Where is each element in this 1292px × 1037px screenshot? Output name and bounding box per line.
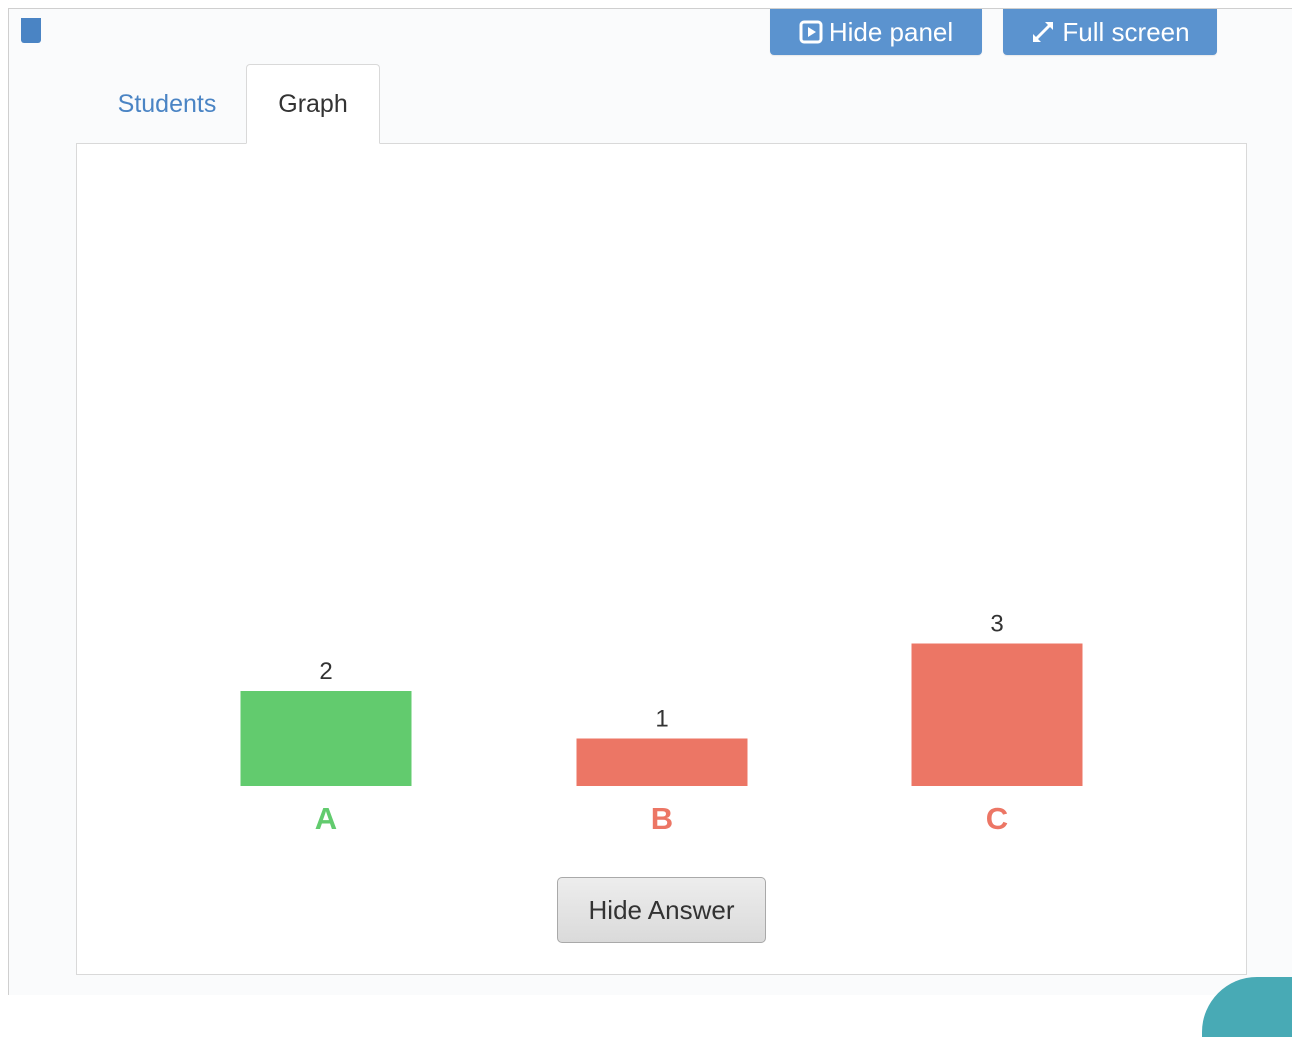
bar-category-label: C [986, 801, 1008, 836]
bar-value-label: 1 [655, 706, 668, 733]
bar-value-label: 3 [990, 611, 1003, 638]
bar-c [911, 643, 1083, 786]
play-square-icon [799, 20, 823, 44]
bar-category-label: B [651, 801, 673, 836]
tab-graph[interactable]: Graph [246, 64, 380, 144]
full-screen-label: Full screen [1062, 16, 1190, 47]
hide-panel-button[interactable]: Hide panel [770, 9, 982, 55]
graph-panel: 2 A 1 B 3 C Hide Answer [76, 143, 1247, 975]
expand-arrows-icon [1030, 19, 1056, 45]
help-widget-tab[interactable] [1202, 977, 1292, 1037]
bar-value-label: 2 [319, 658, 332, 685]
full-screen-button[interactable]: Full screen [1003, 9, 1217, 55]
answer-bar-chart: 2 A 1 B 3 C [240, 611, 1083, 836]
bar-b [576, 738, 748, 786]
bar-category-label: A [315, 801, 337, 836]
tab-students[interactable]: Students [87, 64, 247, 144]
bar-a [240, 691, 412, 786]
app-window: Hide panel Full screen Students Graph 2 A… [8, 8, 1292, 1037]
hide-answer-button[interactable]: Hide Answer [557, 877, 766, 943]
corner-tab[interactable] [21, 18, 41, 43]
hide-panel-label: Hide panel [828, 16, 954, 47]
